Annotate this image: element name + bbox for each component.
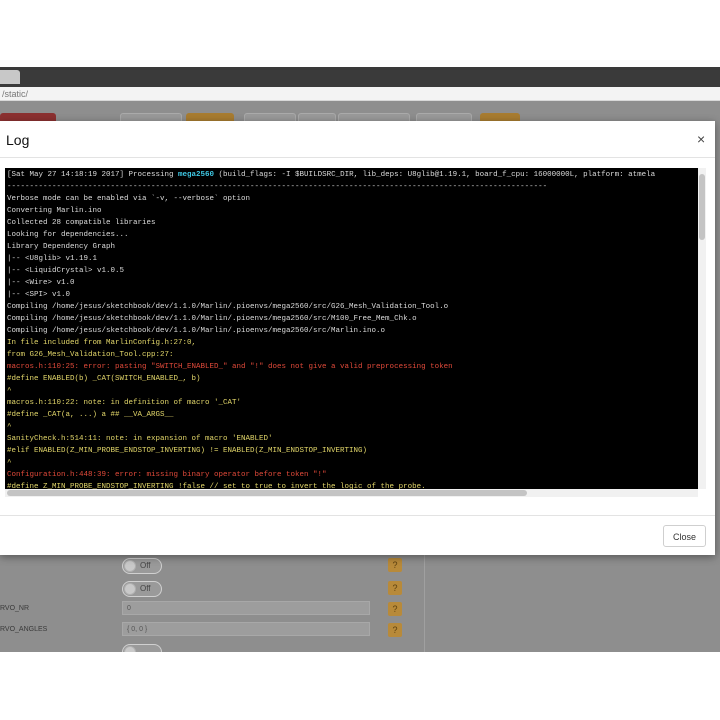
log-text: (build_flags: -I $BUILDSRC_DIR, lib_deps…: [214, 171, 656, 179]
log-console[interactable]: [Sat May 27 14:18:19 2017] Processing me…: [5, 168, 698, 489]
log-line: Configuration.h:448:39: error: missing b…: [7, 471, 327, 479]
log-line: Collected 28 compatible libraries: [7, 219, 156, 227]
log-line: Verbose mode can be enabled via `-v, --v…: [7, 195, 251, 203]
field-label: RVO_ANGLES: [0, 626, 48, 633]
vertical-scrollbar-thumb[interactable]: [699, 174, 705, 240]
divider: [0, 157, 715, 158]
log-line: macros.h:110:22: note: in definition of …: [7, 399, 242, 407]
divider: [0, 515, 715, 516]
log-line: ^: [7, 459, 12, 467]
browser-tab-bar: [0, 67, 720, 87]
modal-title: Log: [6, 132, 30, 148]
log-text: [Sat May 27 14:18:19 2017] Processing: [7, 171, 179, 179]
log-line: [Sat May 27 14:18:19 2017] Processing me…: [7, 170, 655, 180]
log-env-name: mega2560: [178, 171, 215, 179]
log-line: #define Z_MIN_PROBE_ENDSTOP_INVERTING !f…: [7, 483, 426, 489]
toggle-knob: [124, 583, 136, 595]
page-bottom-area: [0, 652, 720, 720]
help-button[interactable]: ?: [388, 581, 402, 595]
log-line: SanityCheck.h:514:11: note: in expansion…: [7, 435, 273, 443]
log-line: #define _CAT(a, ...) a ## __VA_ARGS__: [7, 411, 174, 419]
log-line: ^: [7, 423, 12, 431]
close-button[interactable]: Close: [663, 525, 706, 547]
column-divider: [424, 555, 425, 652]
toggle-label: Off: [140, 584, 151, 593]
log-line: #elif ENABLED(Z_MIN_PROBE_ENDSTOP_INVERT…: [7, 447, 368, 455]
help-button[interactable]: ?: [388, 558, 402, 572]
field-label: RVO_NR: [0, 605, 30, 612]
log-line: Converting Marlin.ino: [7, 207, 102, 215]
address-bar[interactable]: /static/: [0, 87, 720, 101]
servo-angles-input[interactable]: { 0, 0 }: [122, 622, 370, 636]
log-line: Compiling /home/jesus/sketchbook/dev/1.1…: [7, 315, 417, 323]
off-toggle[interactable]: [122, 644, 162, 652]
help-button[interactable]: ?: [388, 602, 402, 616]
off-toggle[interactable]: Off: [122, 558, 162, 574]
servo-nr-input[interactable]: 0: [122, 601, 370, 615]
log-line: |-- <Wire> v1.0: [7, 279, 75, 287]
help-button[interactable]: ?: [388, 623, 402, 637]
toggle-label: Off: [140, 561, 151, 570]
off-toggle[interactable]: Off: [122, 581, 162, 597]
log-line: ^: [7, 387, 12, 395]
log-line: Looking for dependencies...: [7, 231, 129, 239]
toggle-knob: [124, 560, 136, 572]
browser-tab[interactable]: [0, 70, 20, 84]
log-line: Compiling /home/jesus/sketchbook/dev/1.1…: [7, 327, 386, 335]
close-icon[interactable]: ×: [697, 131, 705, 147]
log-line: In file included from MarlinConfig.h:27:…: [7, 339, 197, 347]
log-line: macros.h:110:25: error: pasting "SWITCH_…: [7, 363, 453, 371]
log-line: #define ENABLED(b) _CAT(SWITCH_ENABLED_,…: [7, 375, 201, 383]
log-line: Library Dependency Graph: [7, 243, 116, 251]
log-line: |-- <LiquidCrystal> v1.0.5: [7, 267, 125, 275]
log-line: ----------------------------------------…: [7, 183, 548, 191]
horizontal-scrollbar-thumb[interactable]: [7, 490, 527, 496]
log-line: |-- <SPI> v1.0: [7, 291, 71, 299]
log-line: from G26_Mesh_Validation_Tool.cpp:27:: [7, 351, 174, 359]
log-line: Compiling /home/jesus/sketchbook/dev/1.1…: [7, 303, 449, 311]
log-line: |-- <U8glib> v1.19.1: [7, 255, 98, 263]
